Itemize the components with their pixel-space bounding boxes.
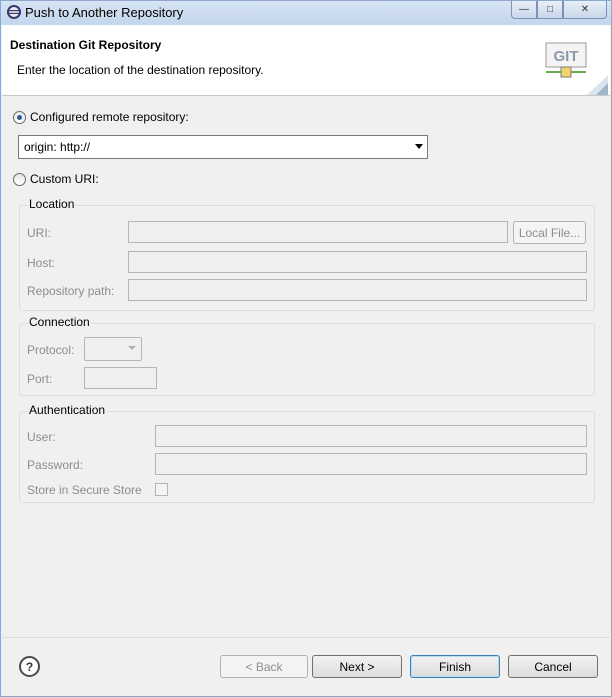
maximize-button[interactable]: □ bbox=[537, 1, 563, 19]
configured-remote-label: Configured remote repository: bbox=[30, 110, 189, 124]
connection-group: Connection Protocol: Port: bbox=[19, 315, 595, 396]
close-button[interactable]: ✕ bbox=[563, 1, 607, 19]
user-label: User: bbox=[27, 430, 56, 444]
page-title: Destination Git Repository bbox=[10, 38, 162, 52]
port-label: Port: bbox=[27, 372, 53, 386]
back-button[interactable]: < Back bbox=[220, 655, 308, 678]
user-field[interactable] bbox=[155, 425, 587, 447]
footer-separator bbox=[2, 637, 610, 638]
local-file-button[interactable]: Local File... bbox=[513, 221, 586, 244]
authentication-group: Authentication User: Password: Store in … bbox=[19, 403, 595, 503]
redacted-url bbox=[109, 138, 359, 156]
password-label: Password: bbox=[27, 458, 84, 472]
git-logo-icon: GIT bbox=[545, 42, 608, 95]
configured-remote-radio[interactable] bbox=[13, 110, 26, 124]
protocol-dropdown[interactable] bbox=[84, 337, 142, 361]
git-logo-text: GIT bbox=[554, 48, 579, 65]
minimize-button[interactable]: — bbox=[511, 1, 537, 19]
chevron-down-icon[interactable] bbox=[128, 346, 136, 350]
next-button[interactable]: Next > bbox=[312, 655, 402, 678]
location-group-title: Location bbox=[28, 197, 76, 211]
password-field[interactable] bbox=[155, 453, 587, 475]
repository-path-label: Repository path: bbox=[27, 284, 115, 298]
page-description: Enter the location of the destination re… bbox=[17, 63, 264, 77]
remote-repository-combo[interactable]: origin: http:// bbox=[18, 135, 428, 159]
wizard-header: Destination Git Repository Enter the loc… bbox=[2, 25, 610, 96]
eclipse-icon bbox=[7, 5, 21, 19]
chevron-down-icon[interactable] bbox=[415, 144, 423, 149]
connection-group-title: Connection bbox=[28, 315, 91, 329]
custom-uri-label: Custom URI: bbox=[30, 172, 99, 186]
title-bar[interactable]: Push to Another Repository — □ ✕ bbox=[1, 1, 611, 25]
remote-repository-value: origin: http:// bbox=[24, 140, 91, 154]
window-title: Push to Another Repository bbox=[25, 5, 184, 20]
host-label: Host: bbox=[27, 256, 56, 270]
host-field[interactable] bbox=[128, 251, 587, 273]
protocol-label: Protocol: bbox=[27, 343, 75, 357]
authentication-group-title: Authentication bbox=[28, 403, 107, 417]
uri-label: URI: bbox=[27, 226, 51, 240]
finish-button[interactable]: Finish bbox=[410, 655, 500, 678]
configured-remote-option[interactable]: Configured remote repository: bbox=[13, 110, 189, 124]
location-group: Location URI: Local File... Host: Reposi… bbox=[19, 197, 595, 311]
custom-uri-radio[interactable] bbox=[13, 172, 26, 186]
cancel-button[interactable]: Cancel bbox=[508, 655, 598, 678]
repository-path-field[interactable] bbox=[128, 279, 587, 301]
custom-uri-option[interactable]: Custom URI: bbox=[13, 172, 99, 186]
push-dialog: Push to Another Repository — □ ✕ Destina… bbox=[0, 0, 612, 697]
help-icon[interactable]: ? bbox=[19, 656, 40, 677]
secure-store-checkbox[interactable] bbox=[155, 483, 168, 496]
uri-field[interactable] bbox=[128, 221, 508, 243]
port-field[interactable] bbox=[84, 367, 157, 389]
secure-store-label: Store in Secure Store bbox=[27, 483, 142, 497]
